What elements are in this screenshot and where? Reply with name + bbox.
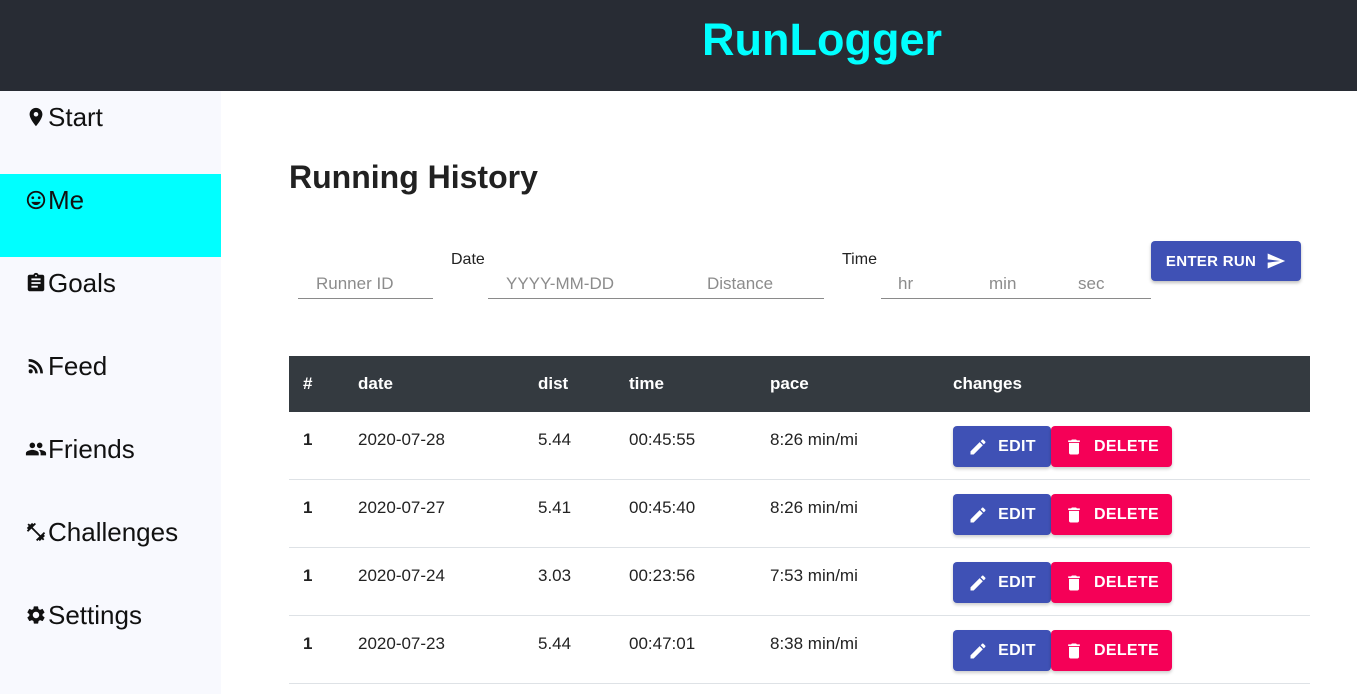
cell-date: 2020-07-24: [358, 566, 445, 585]
column-header-changes: changes: [953, 374, 1022, 393]
edit-button[interactable]: EDIT: [953, 494, 1051, 535]
people-icon: [24, 434, 48, 464]
page-title: Running History: [289, 159, 538, 195]
top-app-bar: RunLogger: [0, 0, 1357, 91]
cell-time: 00:45:55: [629, 430, 696, 449]
sidebar-item-me[interactable]: Me: [0, 174, 221, 257]
hours-input[interactable]: hr: [898, 274, 913, 294]
column-header-time: time: [629, 374, 664, 393]
cell-date: 2020-07-27: [358, 498, 445, 517]
sidebar-item-label: Challenges: [48, 517, 179, 547]
table-row: 1 2020-07-28 5.44 00:45:55 8:26 min/mi E…: [289, 412, 1310, 480]
pencil-icon: [970, 575, 986, 590]
enter-run-button[interactable]: ENTER RUN: [1151, 241, 1301, 281]
cell-time: 00:23:56: [629, 566, 696, 585]
date-input[interactable]: YYYY-MM-DD: [506, 274, 614, 294]
sidebar-item-settings[interactable]: Settings: [0, 589, 221, 672]
sidebar-item-label: Friends: [48, 434, 135, 464]
sidebar-item-goals[interactable]: Goals: [0, 257, 221, 340]
runner-id-placeholder: Runner ID: [316, 274, 394, 293]
cell-number: 1: [303, 634, 313, 653]
sidebar-item-label: Start: [48, 102, 103, 132]
cell-time: 00:45:40: [629, 498, 696, 517]
table-row: 1 2020-07-23 5.44 00:47:01 8:38 min/mi E…: [289, 616, 1310, 684]
trash-icon: [1068, 507, 1080, 522]
delete-label: DELETE: [1094, 641, 1159, 659]
pencil-icon: [970, 643, 986, 658]
cell-number: 1: [303, 566, 313, 585]
sidebar-item-label: Goals: [48, 268, 116, 298]
sidebar-item-challenges[interactable]: Challenges: [0, 506, 221, 589]
distance-input[interactable]: Distance: [707, 274, 773, 294]
delete-button[interactable]: DELETE: [1051, 562, 1172, 603]
pencil-icon: [970, 507, 986, 522]
table-row: 1 2020-07-24 3.03 00:23:56 7:53 min/mi E…: [289, 548, 1310, 616]
sidebar-item-friends[interactable]: Friends: [0, 423, 221, 506]
edit-button[interactable]: EDIT: [953, 630, 1051, 671]
sidebar-item-label: Me: [48, 185, 85, 215]
column-header-date: date: [358, 374, 393, 393]
sidebar-item-feed[interactable]: Feed: [0, 340, 221, 423]
send-icon: [1267, 253, 1286, 269]
cell-date: 2020-07-23: [358, 634, 445, 653]
cell-pace: 7:53 min/mi: [770, 566, 858, 585]
table-header-row: # date dist time pace changes: [289, 356, 1310, 412]
sidebar-item-label: Feed: [48, 351, 108, 381]
time-field-group: hr min sec: [881, 267, 1151, 299]
delete-button[interactable]: DELETE: [1051, 426, 1172, 467]
delete-label: DELETE: [1094, 437, 1159, 455]
cell-number: 1: [303, 430, 313, 449]
smiley-face-icon: [24, 185, 48, 215]
column-header-number: #: [303, 374, 313, 393]
cell-pace: 8:26 min/mi: [770, 430, 858, 449]
time-label: Time: [842, 251, 877, 268]
enter-run-label: ENTER RUN: [1165, 252, 1257, 270]
sidebar-item-label: Settings: [48, 600, 142, 630]
runner-id-input[interactable]: Runner ID: [298, 267, 433, 299]
cell-pace: 8:38 min/mi: [770, 634, 858, 653]
delete-label: DELETE: [1094, 505, 1159, 523]
delete-button[interactable]: DELETE: [1051, 630, 1172, 671]
cell-time: 00:47:01: [629, 634, 696, 653]
edit-button[interactable]: EDIT: [953, 562, 1051, 603]
delete-label: DELETE: [1094, 573, 1159, 591]
edit-label: EDIT: [998, 641, 1036, 659]
trash-icon: [1068, 575, 1080, 590]
seconds-input[interactable]: sec: [1078, 274, 1104, 294]
date-distance-field-group: YYYY-MM-DD Distance: [488, 267, 824, 299]
app-brand-title: RunLogger: [702, 14, 942, 65]
cell-pace: 8:26 min/mi: [770, 498, 858, 517]
running-history-table: # date dist time pace changes 1 2020-07-…: [289, 356, 1310, 684]
sidebar: Start Me Goals Feed Friends Challenges S…: [0, 91, 221, 694]
cell-dist: 3.03: [538, 566, 572, 585]
edit-button[interactable]: EDIT: [953, 426, 1051, 467]
cell-dist: 5.41: [538, 498, 572, 517]
gear-icon: [24, 600, 48, 630]
cell-number: 1: [303, 498, 313, 517]
pencil-icon: [970, 439, 986, 454]
cell-dist: 5.44: [538, 430, 572, 449]
date-label: Date: [451, 251, 485, 268]
sidebar-item-start[interactable]: Start: [0, 91, 221, 174]
column-header-dist: dist: [538, 374, 569, 393]
minutes-input[interactable]: min: [989, 274, 1016, 294]
rss-feed-icon: [24, 351, 48, 381]
location-pin-icon: [24, 102, 48, 132]
edit-label: EDIT: [998, 573, 1036, 591]
trash-icon: [1068, 643, 1080, 658]
clipboard-icon: [24, 268, 48, 298]
table-row: 1 2020-07-27 5.41 00:45:40 8:26 min/mi E…: [289, 480, 1310, 548]
cell-date: 2020-07-28: [358, 430, 445, 449]
edit-label: EDIT: [998, 437, 1036, 455]
edit-label: EDIT: [998, 505, 1036, 523]
cell-dist: 5.44: [538, 634, 572, 653]
column-header-pace: pace: [770, 374, 809, 393]
dumbbell-icon: [24, 517, 48, 547]
trash-icon: [1068, 439, 1080, 454]
delete-button[interactable]: DELETE: [1051, 494, 1172, 535]
